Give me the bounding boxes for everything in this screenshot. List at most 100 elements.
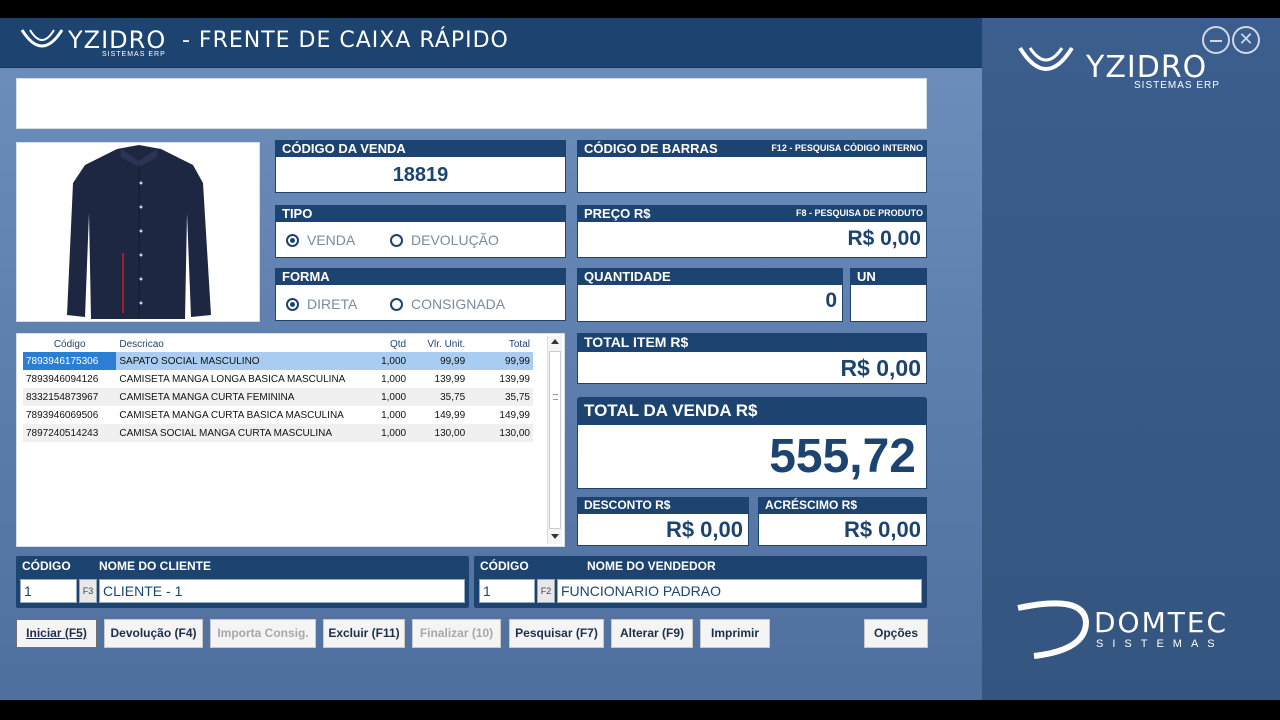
grid-header-total[interactable]: Total [468,336,533,352]
cell-vlr-unit: 149,99 [434,409,466,421]
total-item-body: R$ 0,00 [577,352,927,384]
screen: YZIDRO SISTEMAS ERP - FRENTE DE CAIXA RÁ… [0,0,1280,720]
client-code-input[interactable]: 1 [20,579,77,603]
client-name-input[interactable]: CLIENTE - 1 [99,579,465,603]
table-row[interactable]: 8332154873967 CAMISETA MANGA CURTA FEMIN… [23,388,533,406]
total-item-label: TOTAL ITEM R$ [577,333,927,352]
edit-button[interactable]: Alterar (F9) [611,619,693,648]
options-button[interactable]: Opções [864,619,928,648]
cell-qtd: 1,000 [365,352,410,370]
cell-descricao: CAMISA SOCIAL MANGA CURTA MASCULINA [116,424,366,442]
grid-scrollbar[interactable] [547,336,562,544]
right-side-panel: ✕ YZIDRO SISTEMAS ERP DOMTEC SISTEMAS [982,18,1280,700]
forma-label: FORMA [275,268,566,285]
tipo-option-devolucao[interactable]: DEVOLUÇÃO [390,232,499,248]
seller-search-button[interactable]: F2 [537,579,555,603]
close-button[interactable]: ✕ [1232,26,1260,54]
title-bar: YZIDRO SISTEMAS ERP - FRENTE DE CAIXA RÁ… [0,18,982,68]
price-header: PREÇO R$ F8 - PESQUISA DE PRODUTO [577,205,927,222]
scroll-up-icon[interactable] [551,339,559,344]
cell-vlr-unit: 139,99 [434,373,466,385]
seller-code-input[interactable]: 1 [479,579,535,603]
product-image-box [16,142,260,322]
cell-vlr-unit: 99,99 [409,352,469,370]
brand-subtitle-large: SISTEMAS ERP [1134,80,1220,91]
quantity-label: QUANTIDADE [577,268,843,285]
quantity-field[interactable]: 0 [577,285,843,322]
surcharge-field[interactable]: R$ 0,00 [758,514,927,546]
total-item-panel: TOTAL ITEM R$ R$ 0,00 [577,333,927,384]
tipo-option-venda[interactable]: VENDA [286,232,355,248]
print-button[interactable]: Imprimir [700,619,770,648]
client-code-label: CÓDIGO [22,559,71,573]
barcode-panel: CÓDIGO DE BARRAS F12 - PESQUISA CÓDIGO I… [577,140,927,193]
scroll-thumb[interactable] [549,351,561,529]
footer-subtitle: SISTEMAS [1096,638,1224,650]
total-sale-value: 555,72 [769,430,916,483]
table-row[interactable]: 7897240514243 CAMISA SOCIAL MANGA CURTA … [23,424,533,442]
table-row[interactable]: 7893946175306 SAPATO SOCIAL MASCULINO 1,… [23,352,533,370]
total-sale-panel: TOTAL DA VENDA R$ 555,72 [577,397,927,489]
shirt-image [67,145,211,319]
items-table: Código Descricao Qtd Vlr. Unit. Total 78… [23,336,533,442]
import-consig-button[interactable]: Importa Consig. [210,619,316,648]
seller-code-label: CÓDIGO [480,559,529,573]
forma-option-consignada-label: CONSIGNADA [411,296,506,312]
grid-header-row: Código Descricao Qtd Vlr. Unit. Total [23,336,533,352]
yzidro-logo-large-icon [1018,46,1074,71]
cell-qtd: 1,000 [365,388,410,406]
message-bar [16,78,927,129]
forma-option-direta[interactable]: DIRETA [286,296,357,312]
barcode-input[interactable] [577,157,927,193]
client-search-button[interactable]: F3 [79,579,97,603]
unit-panel: UN [850,268,927,322]
grip-icon [553,394,558,400]
unit-field[interactable] [850,285,927,322]
cell-vlr-unit: 130,00 [409,424,469,442]
delete-button[interactable]: Excluir (F11) [323,619,405,648]
tipo-label: TIPO [275,205,566,222]
minimize-icon [1210,40,1222,42]
table-row[interactable]: 7893946069506 CAMISETA MANGA CURTA BASIC… [23,406,533,424]
radio-unselected-icon [390,297,403,311]
seller-name-input[interactable]: FUNCIONARIO PADRAO [557,579,922,603]
tipo-body: VENDA DEVOLUÇÃO [275,222,566,258]
cell-codigo: 8332154873967 [23,388,117,406]
tipo-option-venda-label: VENDA [307,232,356,248]
domtec-logo-icon [1017,600,1090,659]
grid-header-vlr-unit[interactable]: Vlr. Unit. [409,336,468,352]
forma-option-direta-label: DIRETA [307,296,358,312]
window-title: - FRENTE DE CAIXA RÁPIDO [182,28,509,53]
return-button[interactable]: Devolução (F4) [104,619,203,648]
cell-total: 130,00 [468,424,533,442]
radio-unselected-icon [390,233,403,247]
forma-panel: FORMA DIRETA CONSIGNADA [275,268,566,321]
forma-option-consignada[interactable]: CONSIGNADA [390,296,505,312]
quantity-panel: QUANTIDADE 0 [577,268,843,322]
brand-name: YZIDRO [68,26,167,54]
tipo-option-devolucao-label: DEVOLUÇÃO [411,232,499,248]
cell-descricao: CAMISETA MANGA CURTA FEMININA [116,388,366,406]
grid-header-qtd[interactable]: Qtd [366,336,409,352]
radio-selected-icon [286,297,299,311]
grid-header-codigo[interactable]: Código [23,336,116,352]
sale-code-field[interactable]: 18819 [275,157,566,193]
discount-field[interactable]: R$ 0,00 [577,514,749,546]
cell-total: 149,99 [499,409,530,421]
finish-button[interactable]: Finalizar (10) [412,619,501,648]
table-row[interactable]: 7893946094126 CAMISETA MANGA LONGA BASIC… [23,370,533,388]
start-button[interactable]: Iniciar (F5) [16,619,97,648]
seller-name-label: NOME DO VENDEDOR [587,559,716,573]
tipo-panel: TIPO VENDA DEVOLUÇÃO [275,205,566,258]
sale-code-value: 18819 [392,164,449,186]
quantity-value: 0 [825,289,837,312]
grid-header-descricao[interactable]: Descricao [116,336,365,352]
scroll-down-icon[interactable] [551,534,559,539]
search-button[interactable]: Pesquisar (F7) [509,619,604,648]
forma-body: DIRETA CONSIGNADA [275,285,566,321]
price-field[interactable]: R$ 0,00 [577,222,927,258]
surcharge-panel: ACRÉSCIMO R$ R$ 0,00 [758,497,927,546]
barcode-header: CÓDIGO DE BARRAS F12 - PESQUISA CÓDIGO I… [577,140,927,157]
cell-codigo: 7897240514243 [23,424,117,442]
cell-vlr-unit: 35,75 [409,388,469,406]
